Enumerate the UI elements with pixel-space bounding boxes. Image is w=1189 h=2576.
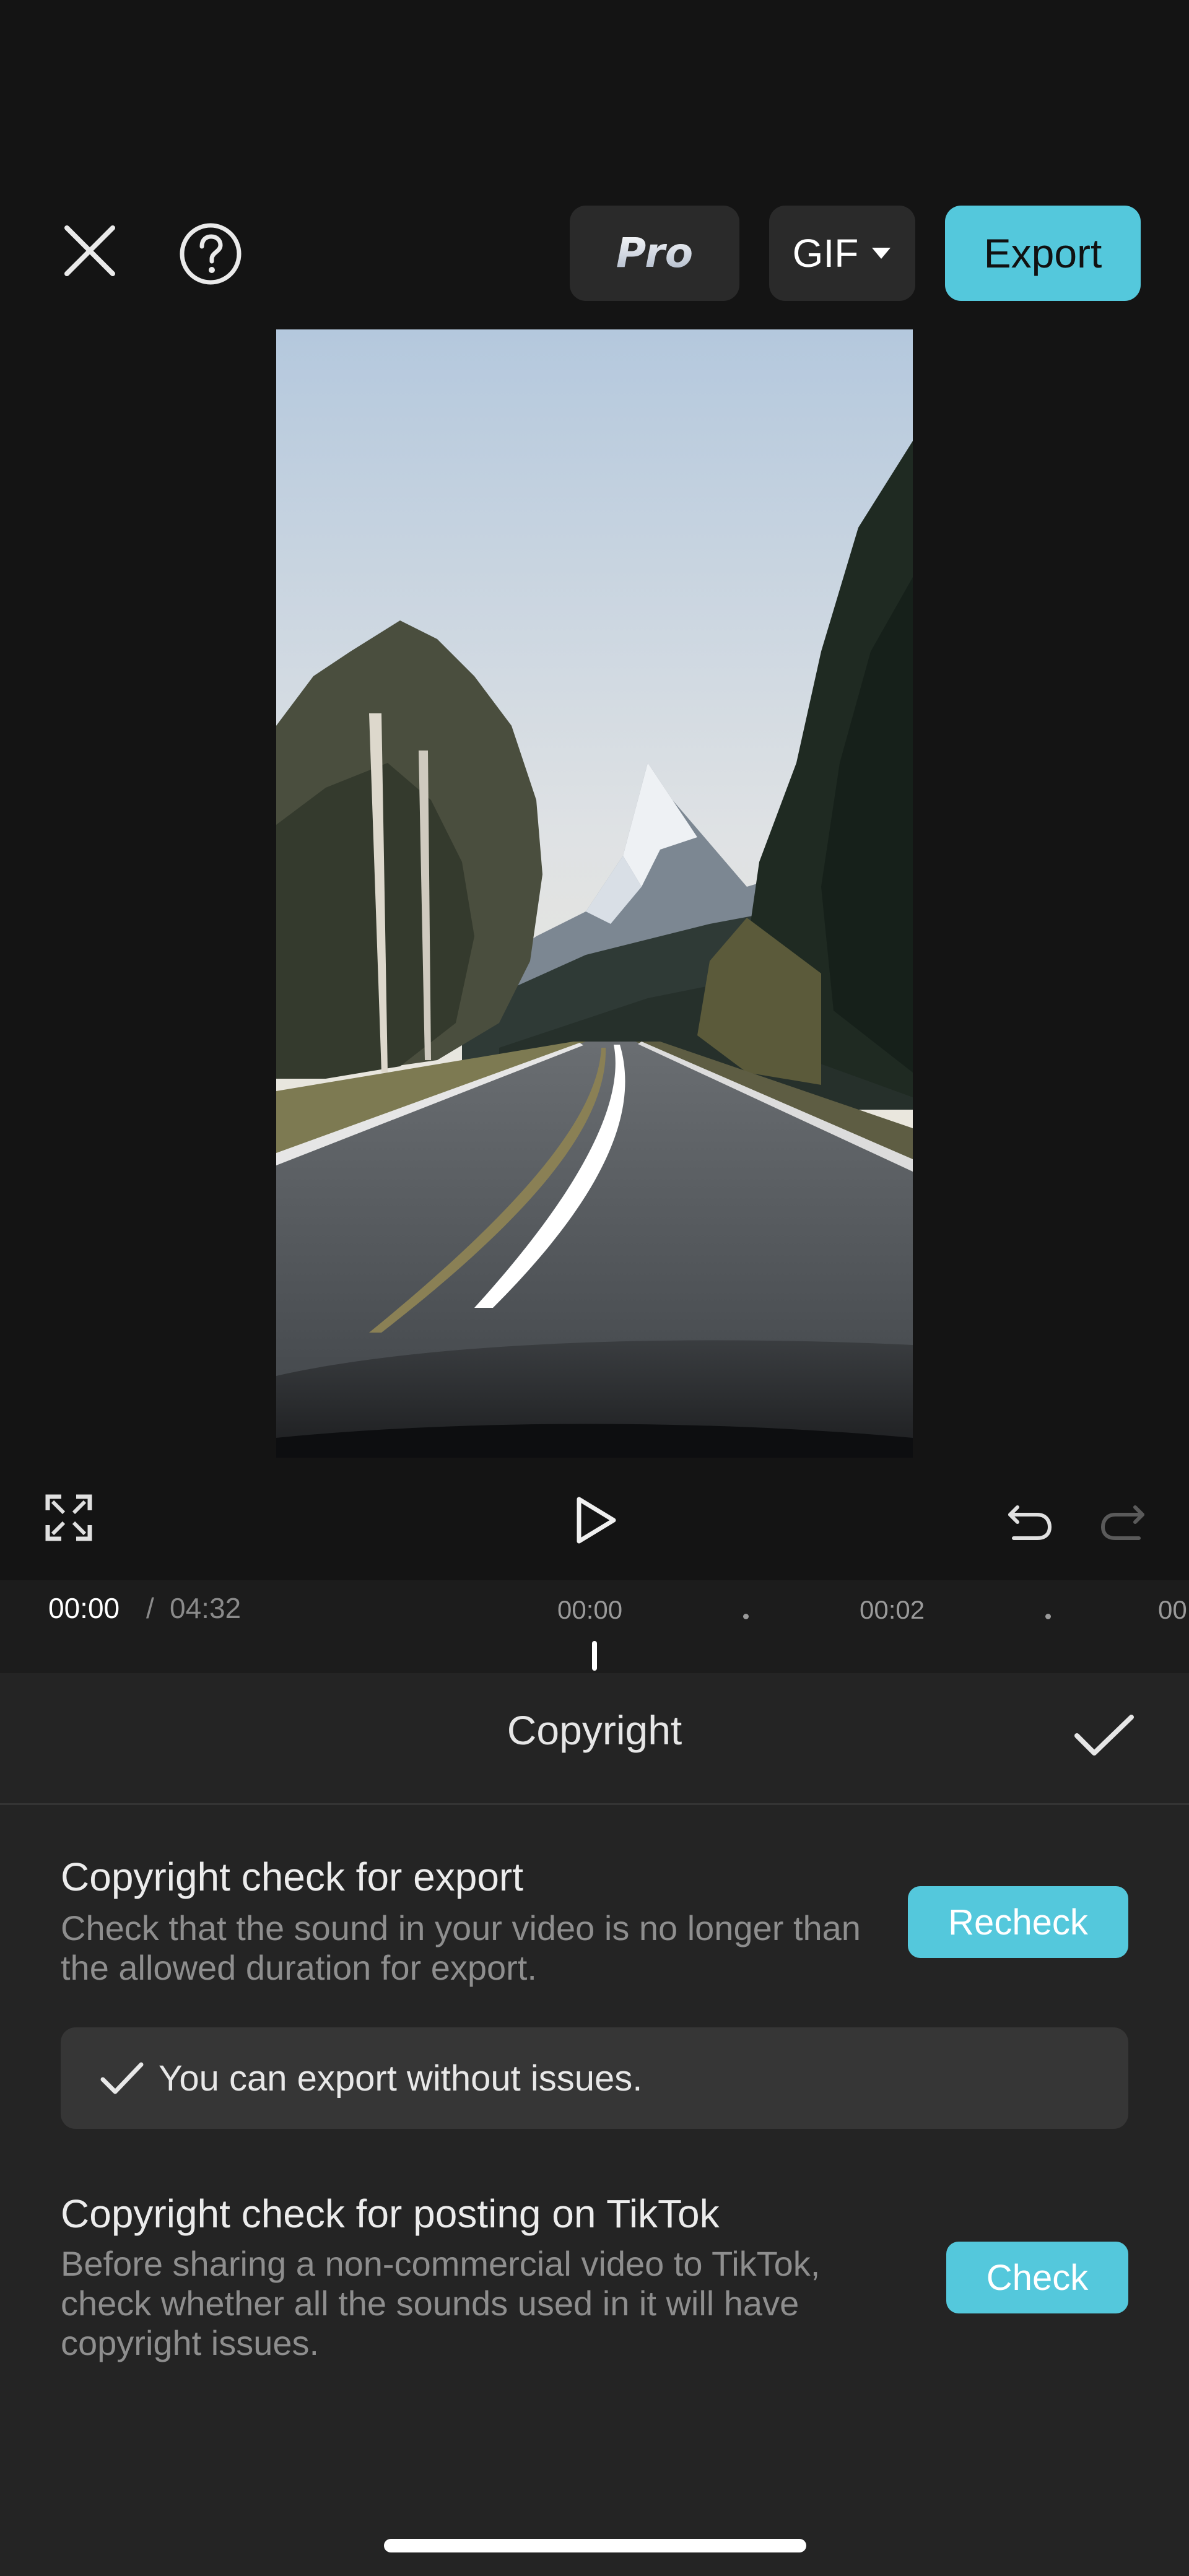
time-separator: / bbox=[146, 1592, 154, 1624]
help-icon bbox=[180, 223, 242, 285]
help-button[interactable] bbox=[173, 217, 248, 291]
timeline-tick: 00 bbox=[1158, 1595, 1187, 1624]
recheck-button[interactable]: Recheck bbox=[908, 1886, 1128, 1958]
playhead[interactable] bbox=[592, 1641, 597, 1671]
pro-logo: Pro bbox=[616, 229, 693, 277]
timeline-dot bbox=[743, 1614, 749, 1619]
caret-down-icon bbox=[872, 248, 891, 259]
tiktok-check-description: Before sharing a non-commercial video to… bbox=[61, 2244, 821, 2362]
export-check-description: Check that the sound in your video is no… bbox=[61, 1908, 861, 1987]
close-button[interactable] bbox=[56, 217, 124, 285]
play-icon bbox=[577, 1497, 616, 1544]
pro-button[interactable]: Pro bbox=[570, 206, 739, 301]
total-time: 04:32 bbox=[170, 1592, 242, 1624]
play-button[interactable] bbox=[570, 1491, 622, 1549]
format-dropdown[interactable]: GIF bbox=[769, 206, 915, 301]
tiktok-check-button[interactable]: Check bbox=[946, 2242, 1128, 2313]
video-preview[interactable] bbox=[276, 329, 913, 1458]
export-label: Export bbox=[983, 230, 1102, 276]
export-status-text: You can export without issues. bbox=[159, 2058, 643, 2099]
close-icon bbox=[64, 225, 115, 276]
checkmark-icon bbox=[100, 2062, 144, 2094]
panel-divider bbox=[0, 1803, 1189, 1805]
fullscreen-button[interactable] bbox=[43, 1492, 94, 1543]
undo-icon bbox=[1008, 1505, 1052, 1540]
export-button[interactable]: Export bbox=[945, 206, 1141, 301]
recheck-label: Recheck bbox=[948, 1902, 1088, 1943]
redo-button[interactable] bbox=[1095, 1492, 1151, 1548]
svg-text:Pro: Pro bbox=[616, 229, 693, 277]
home-indicator[interactable] bbox=[384, 2539, 806, 2552]
export-status-box: You can export without issues. bbox=[61, 2027, 1128, 2129]
confirm-button[interactable] bbox=[1070, 1708, 1138, 1764]
format-label: GIF bbox=[792, 231, 859, 276]
checkmark-icon bbox=[1074, 1715, 1134, 1756]
panel-title: Copyright bbox=[507, 1707, 682, 1753]
redo-icon bbox=[1100, 1505, 1144, 1540]
check-label: Check bbox=[986, 2257, 1089, 2298]
timeline-dot bbox=[1045, 1614, 1051, 1619]
video-frame-image bbox=[276, 329, 913, 1458]
tiktok-check-title: Copyright check for posting on TikTok bbox=[61, 2191, 720, 2236]
export-check-title: Copyright check for export bbox=[61, 1855, 523, 1899]
timeline-tick: 00:02 bbox=[860, 1595, 925, 1624]
current-time: 00:00 bbox=[48, 1592, 120, 1624]
undo-button[interactable] bbox=[1002, 1492, 1058, 1548]
timeline-tick: 00:00 bbox=[557, 1595, 623, 1624]
fullscreen-icon bbox=[45, 1494, 92, 1541]
